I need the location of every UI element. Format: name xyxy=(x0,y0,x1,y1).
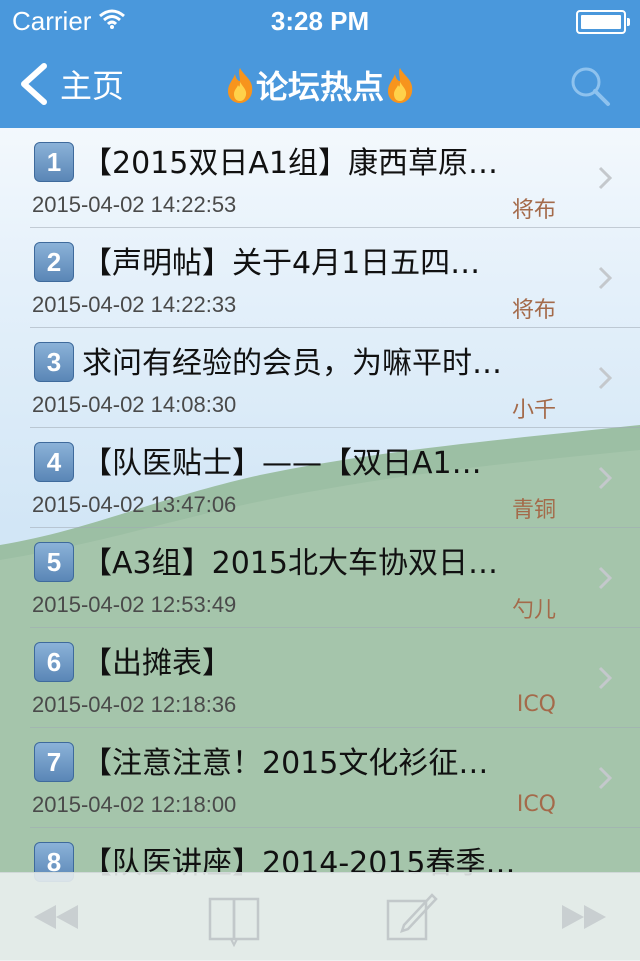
rank-badge: 1 xyxy=(34,142,74,182)
page-title: 论坛热点 xyxy=(0,62,640,106)
clock: 3:28 PM xyxy=(270,6,370,36)
post-row[interactable]: 5 【A3组】2015北大车协双日… 2015-04-02 12:53:49 勺… xyxy=(0,528,640,628)
rewind-icon[interactable] xyxy=(26,887,86,947)
post-author: ICQ xyxy=(516,792,556,817)
rank-badge: 2 xyxy=(34,242,74,282)
post-row[interactable]: 7 【注意注意！2015文化衫征… 2015-04-02 12:18:00 IC… xyxy=(0,728,640,828)
post-title: 【注意注意！2015文化衫征… xyxy=(82,746,489,781)
post-title: 【声明帖】关于4月1日五四… xyxy=(82,246,481,281)
post-row[interactable]: 3 求问有经验的会员，为嘛平时… 2015-04-02 14:08:30 小千 xyxy=(0,328,640,428)
post-title: 【队医贴士】——【双日A1… xyxy=(82,446,482,481)
status-bar: Carrier 3:28 PM xyxy=(0,0,640,40)
chevron-right-icon xyxy=(598,466,612,490)
post-list: 1 【2015双日A1组】康西草原… 2015-04-02 14:22:53 将… xyxy=(0,128,640,928)
compose-icon[interactable] xyxy=(382,887,442,947)
book-icon[interactable] xyxy=(204,887,264,947)
post-date: 2015-04-02 13:47:06 xyxy=(32,492,237,517)
post-date: 2015-04-02 12:18:00 xyxy=(32,792,237,817)
rank-badge: 5 xyxy=(34,542,74,582)
bottom-toolbar xyxy=(0,872,640,961)
chevron-right-icon xyxy=(598,166,612,190)
post-author: ICQ xyxy=(516,692,556,717)
post-title: 求问有经验的会员，为嘛平时… xyxy=(82,346,502,381)
rank-badge: 4 xyxy=(34,442,74,482)
post-author: 小千 xyxy=(511,398,556,423)
post-author: 青铜 xyxy=(511,498,556,523)
post-title: 【出摊表】 xyxy=(82,646,232,681)
post-author: 将布 xyxy=(511,198,556,223)
chevron-right-icon xyxy=(598,766,612,790)
fire-icon xyxy=(388,68,413,103)
post-title: 【2015双日A1组】康西草原… xyxy=(82,146,498,181)
post-author: 勺儿 xyxy=(511,598,556,623)
rank-badge: 7 xyxy=(34,742,74,782)
post-date: 2015-04-02 14:22:33 xyxy=(32,292,237,317)
post-author: 将布 xyxy=(511,298,556,323)
post-date: 2015-04-02 14:22:53 xyxy=(32,192,237,217)
fire-icon xyxy=(227,68,253,103)
fast-forward-icon[interactable] xyxy=(554,887,614,947)
chevron-right-icon xyxy=(598,366,612,390)
chevron-right-icon xyxy=(598,666,612,690)
chevron-right-icon xyxy=(598,266,612,290)
search-icon[interactable] xyxy=(568,64,612,108)
battery-icon xyxy=(576,10,630,34)
post-date: 2015-04-02 14:08:30 xyxy=(32,392,237,417)
post-row[interactable]: 2 【声明帖】关于4月1日五四… 2015-04-02 14:22:33 将布 xyxy=(0,228,640,328)
post-title: 【A3组】2015北大车协双日… xyxy=(82,546,498,581)
post-date: 2015-04-02 12:18:36 xyxy=(32,692,237,717)
post-date: 2015-04-02 12:53:49 xyxy=(32,592,237,617)
post-row[interactable]: 1 【2015双日A1组】康西草原… 2015-04-02 14:22:53 将… xyxy=(0,128,640,228)
title-label: 论坛热点 xyxy=(255,68,384,106)
rank-badge: 3 xyxy=(34,342,74,382)
rank-badge: 6 xyxy=(34,642,74,682)
post-row[interactable]: 6 【出摊表】 2015-04-02 12:18:36 ICQ xyxy=(0,628,640,728)
chevron-right-icon xyxy=(598,566,612,590)
post-row[interactable]: 4 【队医贴士】——【双日A1… 2015-04-02 13:47:06 青铜 xyxy=(0,428,640,528)
